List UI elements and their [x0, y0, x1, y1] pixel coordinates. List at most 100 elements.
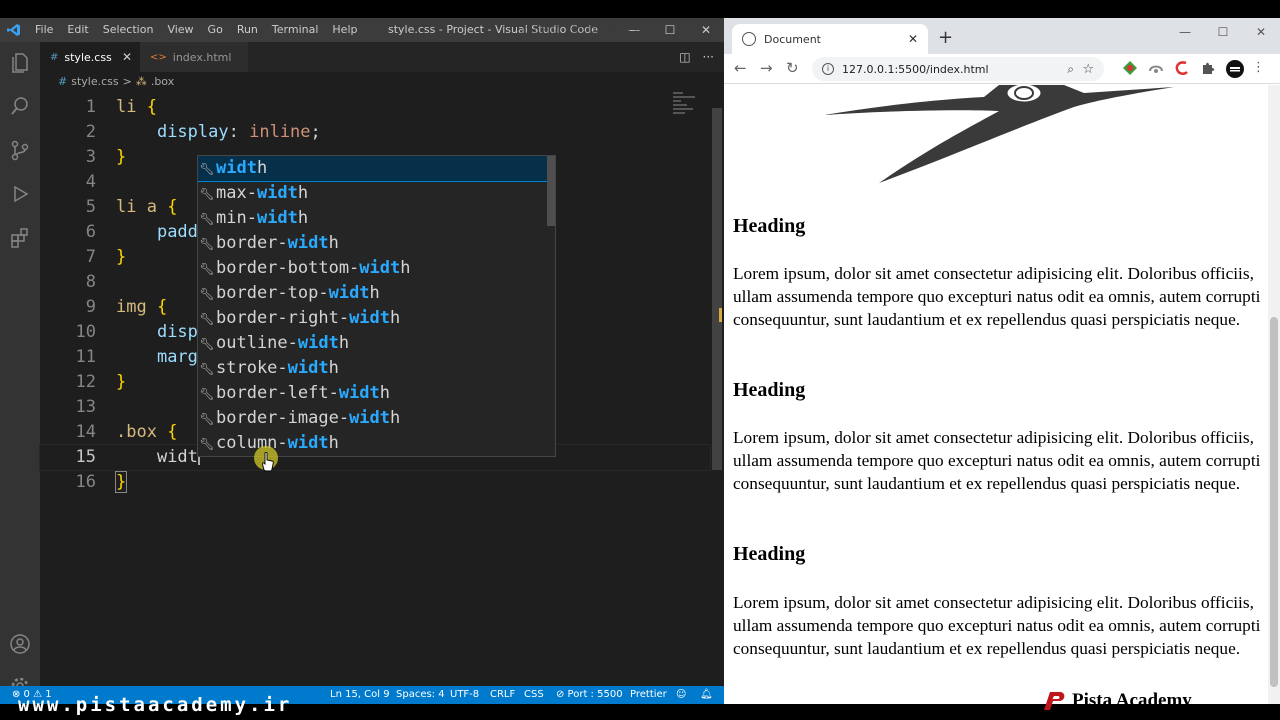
css-selector: li a: [116, 197, 157, 217]
suggest-item[interactable]: 🔧︎border-left-width: [198, 381, 548, 406]
breadcrumb: # style.css > ⁂ .box: [40, 72, 724, 90]
css-property-typing: widt: [156, 447, 198, 467]
end-of-line[interactable]: CRLF: [490, 686, 515, 704]
scrollbar-thumb[interactable]: [1270, 317, 1278, 687]
wrench-icon: 🔧︎: [199, 162, 215, 176]
suggest-item[interactable]: 🔧︎border-width: [198, 231, 548, 256]
split-editor-icon[interactable]: ◫: [679, 50, 690, 64]
browser-tab-strip: Document ✕ + — ☐ ✕: [724, 18, 1280, 54]
css-file-icon: #: [50, 51, 59, 63]
puzzle-icon[interactable]: [1200, 60, 1216, 76]
zoom-icon[interactable]: ⌕: [1067, 62, 1074, 77]
new-tab-button[interactable]: +: [938, 27, 953, 48]
line-number: 10: [75, 322, 96, 342]
vscode-window: File Edit Selection View Go Run Terminal…: [0, 18, 724, 704]
maximize-button[interactable]: ☐: [652, 18, 688, 42]
suggest-item[interactable]: 🔧︎outline-width: [198, 331, 548, 356]
run-debug-icon[interactable]: [0, 174, 40, 214]
extension-icon[interactable]: [1174, 60, 1190, 76]
symbol-class-icon: ⁂: [135, 74, 147, 88]
info-icon[interactable]: i: [822, 63, 834, 75]
brace: }: [116, 247, 127, 267]
content-heading: Heading: [733, 215, 806, 237]
line-number: 2: [85, 122, 96, 142]
close-window-button[interactable]: ✕: [688, 18, 724, 42]
suggest-item[interactable]: 🔧︎stroke-width: [198, 356, 548, 381]
close-tab-icon[interactable]: ✕: [908, 32, 918, 46]
close-icon[interactable]: ✕: [122, 50, 132, 64]
extension-icon[interactable]: [1122, 60, 1138, 76]
address-bar[interactable]: i 127.0.0.1:5500/index.html ⌕ ☆: [812, 57, 1104, 81]
breadcrumb-symbol[interactable]: .box: [151, 75, 174, 88]
code-line: 1 li {: [40, 95, 710, 120]
brace: {: [167, 197, 178, 217]
tab-index-html[interactable]: <> index.html: [140, 42, 248, 72]
browser-tab[interactable]: Document ✕: [732, 24, 928, 54]
line-number: 14: [75, 422, 96, 442]
page-scrollbar[interactable]: [1268, 85, 1280, 704]
live-server-port[interactable]: ⊘ Port : 5500: [556, 686, 623, 704]
menu-kebab-icon[interactable]: ⋮: [1252, 60, 1265, 76]
avatar[interactable]: [1226, 60, 1244, 78]
explorer-icon[interactable]: [0, 42, 40, 82]
extension-icon[interactable]: [1148, 60, 1164, 76]
css-property: display: [156, 122, 229, 142]
editor-scrollbar[interactable]: [712, 108, 722, 470]
forward-icon[interactable]: →: [760, 59, 773, 77]
star-icon[interactable]: ☆: [1082, 62, 1094, 77]
content-heading: Heading: [733, 543, 806, 565]
minimize-button[interactable]: —: [1166, 18, 1204, 46]
menu-help[interactable]: Help: [325, 18, 364, 42]
line-number: 3: [85, 147, 96, 167]
wrench-icon: 🔧︎: [199, 387, 215, 401]
brand-name: Pista Academy: [1072, 690, 1192, 711]
suggest-item[interactable]: 🔧︎max-width: [198, 181, 548, 206]
menu-edit[interactable]: Edit: [60, 18, 95, 42]
line-number: 4: [85, 172, 96, 192]
cursor-position[interactable]: Ln 15, Col 9: [330, 686, 390, 704]
menu-view[interactable]: View: [160, 18, 200, 42]
breadcrumb-file[interactable]: style.css: [71, 75, 118, 88]
language-mode[interactable]: CSS: [524, 686, 544, 704]
wrench-icon: 🔧︎: [199, 412, 215, 426]
encoding[interactable]: UTF-8: [450, 686, 479, 704]
maximize-button[interactable]: ☐: [1204, 18, 1242, 46]
close-window-button[interactable]: ✕: [1242, 18, 1280, 46]
menu-go[interactable]: Go: [201, 18, 230, 42]
tab-style-css[interactable]: # style.css ✕: [40, 42, 140, 72]
browser-window-controls: — ☐ ✕: [1166, 18, 1280, 46]
more-actions-icon[interactable]: ···: [703, 50, 714, 64]
indentation[interactable]: Spaces: 4: [396, 686, 445, 704]
suggest-item[interactable]: 🔧︎border-right-width: [198, 306, 548, 331]
notifications-bell-icon[interactable]: 🔔︎: [700, 686, 713, 704]
line-number: 12: [75, 372, 96, 392]
suggest-item[interactable]: 🔧︎border-top-width: [198, 281, 548, 306]
code-line: 16}: [40, 470, 710, 495]
menu-file[interactable]: File: [28, 18, 60, 42]
url-text: 127.0.0.1:5500/index.html: [842, 62, 989, 76]
menu-terminal[interactable]: Terminal: [265, 18, 326, 42]
css-selector: li: [116, 97, 137, 117]
suggest-item[interactable]: 🔧︎column-width: [198, 431, 548, 456]
brace: {: [156, 297, 168, 317]
suggest-scrollbar[interactable]: [547, 156, 555, 226]
back-icon[interactable]: ←: [734, 59, 747, 77]
suggest-item[interactable]: 🔧︎width: [198, 156, 549, 182]
suggest-item[interactable]: 🔧︎border-bottom-width: [198, 256, 548, 281]
menu-run[interactable]: Run: [230, 18, 265, 42]
feedback-icon[interactable]: ☺: [676, 686, 686, 704]
reload-icon[interactable]: ↻: [786, 59, 799, 77]
search-icon[interactable]: [0, 86, 40, 126]
minimap[interactable]: [673, 90, 711, 130]
suggest-item[interactable]: 🔧︎border-image-width: [198, 406, 548, 431]
account-icon[interactable]: [0, 624, 40, 664]
extensions-icon[interactable]: [0, 218, 40, 258]
menu-selection[interactable]: Selection: [96, 18, 161, 42]
suggest-item[interactable]: 🔧︎min-width: [198, 206, 548, 231]
prettier-status[interactable]: Prettier: [630, 686, 667, 704]
hand-pointer-icon: [262, 452, 274, 472]
brand-logo-icon: [1044, 692, 1065, 710]
source-control-icon[interactable]: [0, 130, 40, 170]
css-property: padd: [156, 222, 198, 242]
line-number: 9: [85, 297, 96, 317]
